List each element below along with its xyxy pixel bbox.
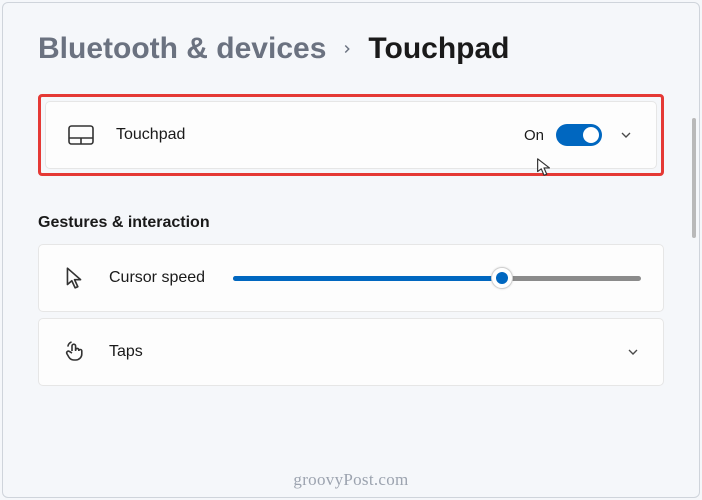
touchpad-toggle-card[interactable]: Touchpad On [45,101,657,169]
toggle-state-label: On [524,127,544,144]
breadcrumb-current: Touchpad [368,32,509,66]
touchpad-label: Touchpad [116,126,185,144]
taps-card[interactable]: Taps [38,318,664,386]
expand-chevron-icon[interactable] [618,127,634,143]
cursor-arrow-icon [61,265,87,291]
chevron-right-icon [340,36,354,62]
breadcrumb: Bluetooth & devices Touchpad [38,32,664,66]
touchpad-toggle[interactable] [556,124,602,146]
taps-icon [61,339,87,365]
section-title: Gestures & interaction [38,214,664,232]
highlight-annotation: Touchpad On [38,94,664,176]
expand-chevron-icon[interactable] [625,344,641,360]
cursor-speed-label: Cursor speed [109,269,205,287]
slider-thumb[interactable] [491,267,513,289]
breadcrumb-parent-link[interactable]: Bluetooth & devices [38,32,326,66]
cursor-speed-card: Cursor speed [38,244,664,312]
scrollbar[interactable] [692,118,696,238]
watermark: groovyPost.com [293,470,408,490]
touchpad-icon [68,122,94,148]
cursor-speed-slider[interactable] [233,276,641,281]
taps-label: Taps [109,343,143,361]
